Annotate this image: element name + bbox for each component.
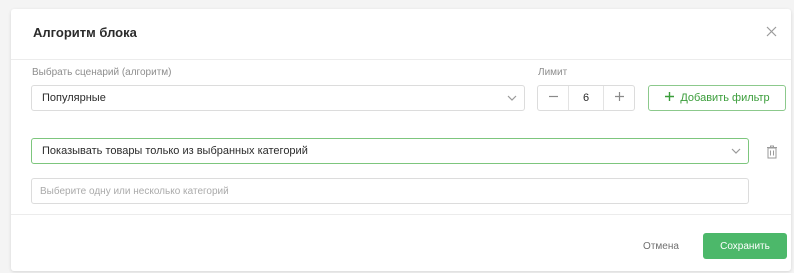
close-button[interactable] (761, 23, 781, 43)
add-filter-button[interactable]: Добавить фильтр (648, 85, 786, 111)
plus-icon (614, 89, 625, 107)
save-button[interactable]: Сохранить (703, 233, 787, 259)
add-filter-label: Добавить фильтр (680, 92, 770, 104)
limit-value[interactable]: 6 (568, 86, 604, 110)
scenario-select[interactable]: Популярные (31, 85, 525, 111)
scenario-value: Популярные (42, 92, 106, 104)
limit-label: Лимит (538, 67, 568, 78)
chevron-down-icon (724, 148, 748, 154)
limit-decrement-button[interactable] (538, 86, 568, 110)
cancel-button[interactable]: Отмена (625, 233, 697, 259)
scenario-label: Выбрать сценарий (алгоритм) (32, 67, 172, 78)
trash-icon (763, 145, 781, 165)
dialog-title: Алгоритм блока (33, 25, 137, 40)
categories-input[interactable]: Выберите одну или несколько категорий (31, 178, 749, 204)
category-filter-select[interactable]: Показывать товары только из выбранных ка… (31, 138, 749, 164)
delete-filter-button[interactable] (763, 143, 781, 161)
minus-icon (548, 89, 559, 107)
footer-divider (11, 214, 791, 215)
dialog-header: Алгоритм блока (11, 9, 791, 60)
plus-icon (664, 89, 675, 107)
limit-stepper: 6 (537, 85, 635, 111)
limit-increment-button[interactable] (604, 86, 634, 110)
algorithm-dialog: Алгоритм блока Выбрать сценарий (алгорит… (11, 9, 791, 271)
category-filter-value: Показывать товары только из выбранных ка… (42, 145, 308, 157)
close-icon (766, 24, 777, 42)
chevron-down-icon (500, 95, 524, 101)
